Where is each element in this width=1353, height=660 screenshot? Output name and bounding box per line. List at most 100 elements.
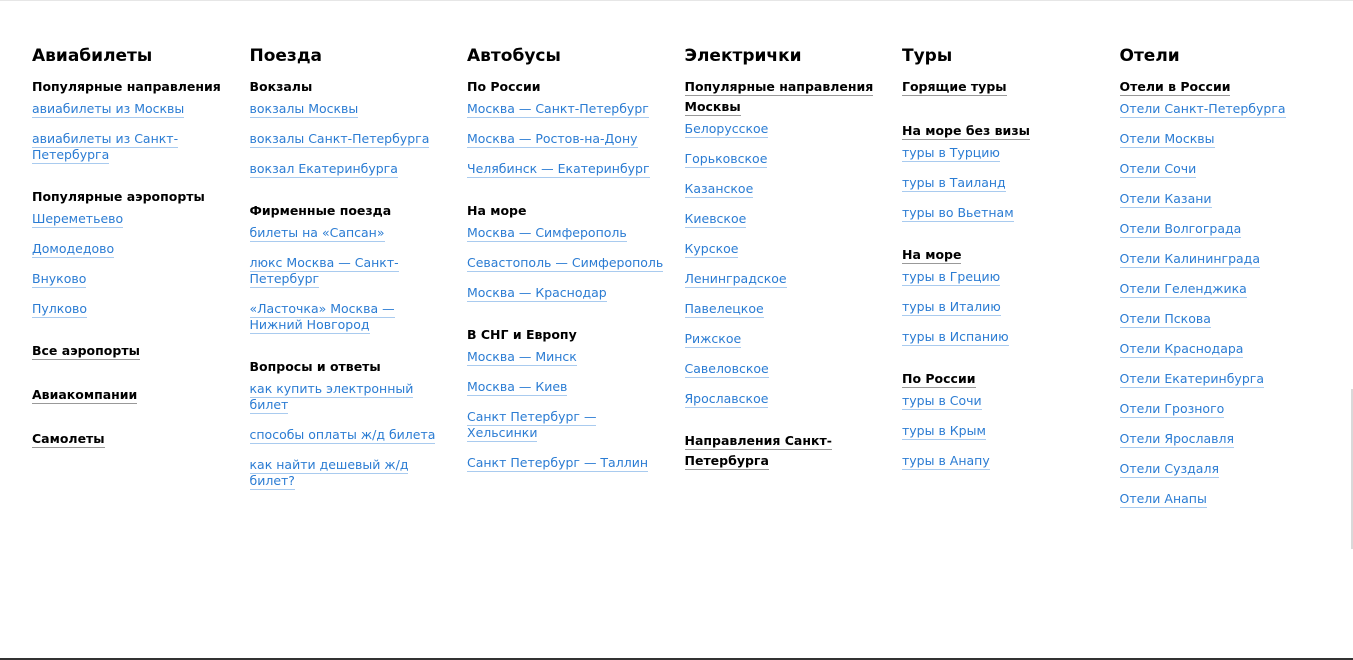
group-title-link[interactable]: Отели в России [1119, 77, 1318, 97]
nav-link[interactable]: Курское [684, 241, 883, 258]
nav-link[interactable]: туры в Турцию [902, 145, 1100, 162]
nav-link[interactable]: Отели Анапы [1119, 491, 1318, 508]
nav-link-text: Отели Екатеринбурга [1119, 371, 1264, 388]
link-group: На море без визы туры в Турцию туры в Таил… [902, 121, 1100, 222]
footer-sitemap: Авиабилеты Популярные направления авиабиле… [0, 0, 1353, 660]
nav-link[interactable]: как найти дешевый ж/д билет? [249, 457, 448, 490]
nav-link[interactable]: Белорусское [684, 121, 883, 138]
nav-link-text: Киевское [684, 211, 747, 228]
nav-link[interactable]: Отели Пскова [1119, 311, 1318, 328]
nav-link[interactable]: Санкт Петербург — Хельсинки [467, 409, 665, 442]
group-title-link[interactable]: Авиакомпании [32, 385, 230, 405]
nav-link[interactable]: Казанское [684, 181, 883, 198]
nav-link[interactable]: Отели Ярославля [1119, 431, 1318, 448]
nav-link[interactable]: Савеловское [684, 361, 883, 378]
nav-link[interactable]: Отели Калининграда [1119, 251, 1318, 268]
nav-link-text: Домодедово [32, 241, 115, 258]
nav-link[interactable]: Отели Казани [1119, 191, 1318, 208]
nav-link[interactable]: авиабилеты из Санкт-Петербурга [32, 131, 230, 164]
nav-link-text: Отели Москвы [1119, 131, 1215, 148]
nav-link-text: Внуково [32, 271, 87, 288]
nav-link[interactable]: Москва — Ростов-на-Дону [467, 131, 665, 148]
group-title-text: Горящие туры [902, 79, 1007, 96]
nav-link[interactable]: Внуково [32, 271, 230, 288]
nav-link[interactable]: Москва — Санкт-Петербург [467, 101, 665, 118]
nav-link-text: туры в Италию [902, 299, 1001, 316]
group-title-text: Вопросы и ответы [249, 359, 381, 374]
nav-link-text: туры в Крым [902, 423, 986, 440]
nav-link[interactable]: Отели Суздаля [1119, 461, 1318, 478]
nav-link-text: Савеловское [684, 361, 769, 378]
nav-link[interactable]: Севастополь — Симферополь [467, 255, 665, 272]
group-title-link[interactable]: Все аэропорты [32, 341, 230, 361]
nav-link[interactable]: туры в Испанию [902, 329, 1100, 346]
nav-link[interactable]: Челябинск — Екатеринбург [467, 161, 665, 178]
link-group: На море туры в Грецию туры в Италию туры в … [902, 245, 1100, 346]
nav-link[interactable]: как купить электронный билет [249, 381, 448, 414]
nav-link[interactable]: Отели Москвы [1119, 131, 1318, 148]
nav-link-text: Отели Ярославля [1119, 431, 1235, 448]
nav-link-text: Шереметьево [32, 211, 124, 228]
nav-link[interactable]: Отели Санкт-Петербурга [1119, 101, 1318, 118]
nav-link[interactable]: Киевское [684, 211, 883, 228]
column-title: Туры [902, 46, 953, 66]
nav-link[interactable]: «Ласточка» Москва — Нижний Новгород [249, 301, 448, 334]
nav-link[interactable]: Москва — Киев [467, 379, 665, 396]
nav-link[interactable]: туры в Грецию [902, 269, 1100, 286]
nav-link-text: Москва — Минск [467, 349, 577, 366]
group-title-link[interactable]: Направления Санкт-Петербурга [684, 431, 883, 471]
nav-link[interactable]: Шереметьево [32, 211, 230, 228]
group-title-link[interactable]: Горящие туры [902, 77, 1100, 97]
link-group: Авиакомпании [32, 385, 230, 405]
column-0: Авиабилеты Популярные направления авиабиле… [32, 45, 250, 531]
nav-link[interactable]: Ярославское [684, 391, 883, 408]
nav-link[interactable]: Ленинградское [684, 271, 883, 288]
nav-link-text: Горьковское [684, 151, 768, 168]
nav-link[interactable]: Москва — Краснодар [467, 285, 665, 302]
nav-link[interactable]: люкс Москва — Санкт-Петербург [249, 255, 448, 288]
nav-link[interactable]: способы оплаты ж/д билета [249, 427, 448, 444]
group-title-link[interactable]: Самолеты [32, 429, 230, 449]
link-group: Самолеты [32, 429, 230, 449]
nav-link[interactable]: авиабилеты из Москвы [32, 101, 230, 118]
nav-link[interactable]: Отели Екатеринбурга [1119, 371, 1318, 388]
nav-link[interactable]: Горьковское [684, 151, 883, 168]
group-title-link[interactable]: На море без визы [902, 121, 1100, 141]
nav-link[interactable]: вокзалы Москвы [249, 101, 448, 118]
nav-link[interactable]: туры в Крым [902, 423, 1100, 440]
group-title-link[interactable]: На море [902, 245, 1100, 265]
nav-link[interactable]: туры в Таиланд [902, 175, 1100, 192]
column-3: Электрички Популярные направления Москвы Б… [684, 45, 903, 531]
nav-link[interactable]: туры во Вьетнам [902, 205, 1100, 222]
nav-link-text: туры в Таиланд [902, 175, 1006, 192]
nav-link-text: Челябинск — Екатеринбург [467, 161, 650, 178]
group-title-link[interactable]: Популярные направления Москвы [684, 77, 883, 117]
nav-link[interactable]: Отели Краснодара [1119, 341, 1318, 358]
nav-link-text: Отели Суздаля [1119, 461, 1219, 478]
group-title: Вопросы и ответы [250, 357, 448, 377]
group-title-text: Вокзалы [249, 79, 313, 94]
nav-link[interactable]: туры в Анапу [902, 453, 1100, 470]
group-title: Фирменные поезда [250, 201, 448, 221]
nav-link[interactable]: Отели Волгограда [1119, 221, 1318, 238]
nav-link[interactable]: билеты на «Сапсан» [249, 225, 448, 242]
nav-link[interactable]: Пулково [32, 301, 230, 318]
column-2: Автобусы По России Москва — Санкт-Петербур… [467, 45, 685, 531]
nav-link[interactable]: Москва — Симферополь [467, 225, 665, 242]
nav-link[interactable]: Павелецкое [684, 301, 883, 318]
nav-link[interactable]: Рижское [684, 331, 883, 348]
nav-link[interactable]: Санкт Петербург — Таллин [467, 455, 665, 472]
nav-link[interactable]: туры в Сочи [902, 393, 1100, 410]
nav-link[interactable]: Москва — Минск [467, 349, 665, 366]
nav-link[interactable]: вокзал Екатеринбурга [249, 161, 448, 178]
nav-link-text: Москва — Киев [467, 379, 568, 396]
nav-link[interactable]: Отели Сочи [1119, 161, 1318, 178]
nav-link[interactable]: туры в Италию [902, 299, 1100, 316]
nav-link[interactable]: Домодедово [32, 241, 230, 258]
nav-link[interactable]: Отели Геленджика [1119, 281, 1318, 298]
nav-link[interactable]: вокзалы Санкт-Петербурга [249, 131, 448, 148]
group-title-link[interactable]: По России [902, 369, 1100, 389]
group-title-text: В СНГ и Европу [467, 327, 577, 342]
nav-link[interactable]: Отели Грозного [1119, 401, 1318, 418]
nav-link-text: туры в Испанию [902, 329, 1009, 346]
